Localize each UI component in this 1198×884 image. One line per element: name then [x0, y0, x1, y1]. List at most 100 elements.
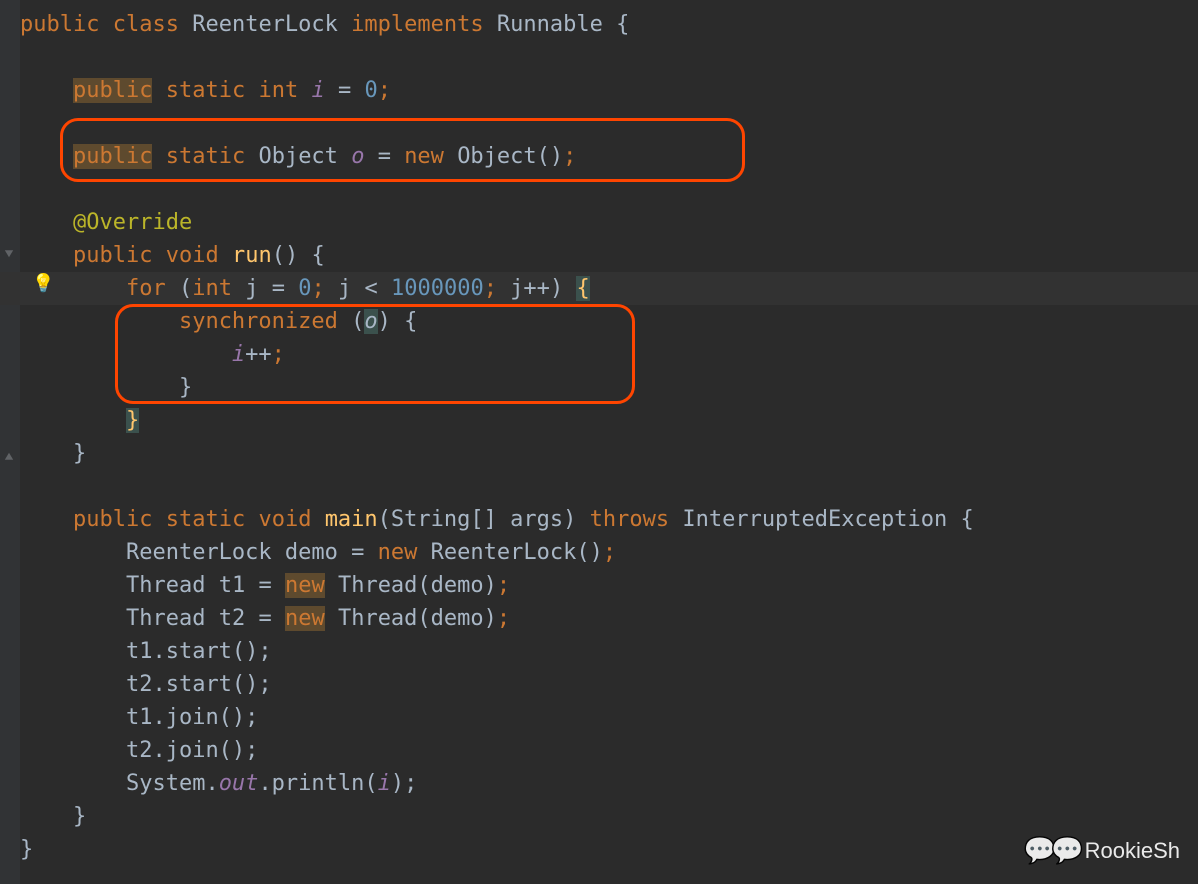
class-name: ReenterLock [192, 12, 338, 37]
code-line [20, 470, 974, 503]
code-line: t2.join(); [20, 734, 974, 767]
fold-arrow-icon [2, 450, 16, 464]
statement: t1.start(); [126, 639, 272, 664]
field-ref: out [219, 771, 259, 796]
method-name: main [325, 507, 378, 532]
constructor-call: Thread(demo) [338, 573, 497, 598]
code-line: public static Object o = new Object(); [20, 140, 974, 173]
fold-arrow-icon [2, 246, 16, 260]
field-name: o [351, 144, 364, 169]
code-line: Thread t1 = new Thread(demo); [20, 569, 974, 602]
semicolon: ; [497, 606, 510, 631]
constructor-call: Object() [457, 144, 563, 169]
semicolon: ; [563, 144, 576, 169]
increment: j++ [510, 276, 550, 301]
paren: ( [179, 276, 192, 301]
keyword: public [73, 78, 152, 103]
method-name: run [232, 243, 272, 268]
code-line: @Override [20, 206, 974, 239]
keyword: class [113, 12, 179, 37]
identifier: System. [126, 771, 219, 796]
brace: { [576, 276, 589, 301]
code-line: } [20, 404, 974, 437]
semicolon: ; [497, 573, 510, 598]
code-line [20, 107, 974, 140]
brace: { [616, 12, 629, 37]
code-editor[interactable]: public class ReenterLock implements Runn… [20, 8, 974, 866]
operator: < [364, 276, 377, 301]
type: Thread [126, 606, 205, 631]
code-line: t1.join(); [20, 701, 974, 734]
operator: = [258, 606, 271, 631]
code-line: t1.start(); [20, 635, 974, 668]
brace: } [73, 441, 86, 466]
type: Thread [126, 573, 205, 598]
variable: j [245, 276, 258, 301]
semicolon: ; [378, 78, 391, 103]
code-line: public void run() { [20, 239, 974, 272]
keyword: for [126, 276, 166, 301]
statement: t1.join(); [126, 705, 258, 730]
brace: } [179, 375, 192, 400]
keyword: synchronized [179, 309, 338, 334]
brace: { [311, 243, 324, 268]
keyword: public [20, 12, 99, 37]
keyword: new [285, 606, 325, 631]
parens: () [272, 243, 299, 268]
editor-gutter [0, 0, 20, 884]
keyword: static [166, 507, 245, 532]
keyword: implements [351, 12, 483, 37]
params: (String[] args) [378, 507, 577, 532]
semicolon: ; [484, 276, 497, 301]
code-line [20, 173, 974, 206]
variable: t1 [219, 573, 246, 598]
field-ref: i [378, 771, 391, 796]
code-line: public class ReenterLock implements Runn… [20, 8, 974, 41]
semicolon: ; [311, 276, 324, 301]
statement: t2.start(); [126, 672, 272, 697]
constructor-call: ReenterLock() [431, 540, 603, 565]
keyword: static [166, 144, 245, 169]
code-line: } [20, 437, 974, 470]
type: ReenterLock [126, 540, 272, 565]
field-ref: o [364, 309, 377, 334]
code-line: public static int i = 0; [20, 74, 974, 107]
semicolon: ; [603, 540, 616, 565]
annotation: @Override [73, 210, 192, 235]
keyword: new [404, 144, 444, 169]
brace: { [404, 309, 417, 334]
wechat-icon: 💬💬 [1024, 835, 1079, 866]
increment: ++ [245, 342, 272, 367]
type: Object [258, 144, 337, 169]
field-ref: i [232, 342, 245, 367]
method-call: .println( [258, 771, 377, 796]
keyword: void [166, 243, 219, 268]
operator: = [272, 276, 285, 301]
code-line: } [20, 833, 974, 866]
code-line: ReenterLock demo = new ReenterLock(); [20, 536, 974, 569]
statement: t2.join(); [126, 738, 258, 763]
code-line: t2.start(); [20, 668, 974, 701]
brace: } [20, 837, 33, 862]
keyword: new [285, 573, 325, 598]
field-name: i [311, 78, 324, 103]
code-line: for (int j = 0; j < 1000000; j++) { [20, 272, 974, 305]
keyword: public [73, 243, 152, 268]
semicolon: ; [272, 342, 285, 367]
paren: ( [351, 309, 364, 334]
keyword: void [258, 507, 311, 532]
code-line: public static void main(String[] args) t… [20, 503, 974, 536]
number-literal: 0 [298, 276, 311, 301]
keyword: new [378, 540, 418, 565]
brace: } [73, 804, 86, 829]
code-line: synchronized (o) { [20, 305, 974, 338]
brace: { [961, 507, 974, 532]
code-line: Thread t2 = new Thread(demo); [20, 602, 974, 635]
variable: j [338, 276, 351, 301]
code-line [20, 41, 974, 74]
type: int [258, 78, 298, 103]
keyword: static [166, 78, 245, 103]
operator: = [378, 144, 391, 169]
exception-type: InterruptedException [682, 507, 947, 532]
number-literal: 0 [364, 78, 377, 103]
